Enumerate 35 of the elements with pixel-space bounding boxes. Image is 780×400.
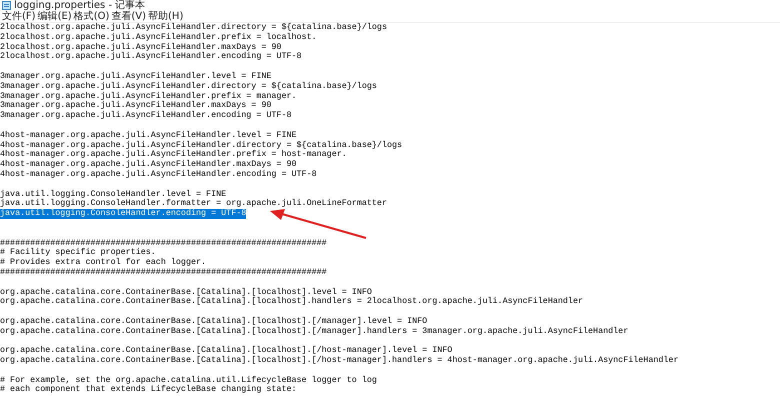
text-line: 3manager.org.apache.juli.AsyncFileHandler.prefix = manager. (0, 92, 297, 101)
text-line: org.apache.catalina.core.ContainerBase.[Catalina].[localhost].[/host-manager].level = INFO (0, 346, 452, 356)
notepad-icon (2, 1, 11, 10)
text-line: ################################################################# (0, 268, 327, 278)
text-line: org.apache.catalina.core.ContainerBase.[Catalina].[localhost].[/host-manager].handlers = 4host-manager.org.apache.juli.AsyncFileHandler (0, 356, 678, 366)
text-line: 4host-manager.org.apache.juli.AsyncFileHandler.maxDays = 90 (0, 160, 297, 170)
text-line: 2localhost.org.apache.juli.AsyncFileHandler.maxDays = 90 (0, 42, 282, 52)
text-line: 3manager.org.apache.juli.AsyncFileHandler.level = FINE (0, 72, 272, 82)
text-line: org.apache.catalina.core.ContainerBase.[Catalina].[localhost].level = INFO (0, 288, 372, 297)
text-line: # each component that extends LifecycleBase changing state: (0, 385, 297, 396)
menu-item[interactable]: 查看(V) (111, 11, 146, 22)
menu-item[interactable]: 帮助(H) (148, 11, 184, 22)
menu-item[interactable]: 编辑(E) (38, 11, 72, 22)
text-line: java.util.logging.ConsoleHandler.level = FINE (0, 190, 226, 199)
text-line: 4host-manager.org.apache.juli.AsyncFileHandler.directory = ${catalina.base}/logs (0, 140, 402, 150)
menu-item[interactable]: 文件(F) (2, 11, 36, 22)
text-line: 4host-manager.org.apache.juli.AsyncFileHandler.level = FINE (0, 130, 297, 140)
text-line: 4host-manager.org.apache.juli.AsyncFileHandler.prefix = host-manager. (0, 150, 347, 160)
text-line: 2localhost.org.apache.juli.AsyncFileHandler.prefix = localhost. (0, 32, 317, 42)
text-line: # For example, set the org.apache.catalina.util.LifecycleBase logger to log (0, 376, 377, 385)
menu-item[interactable]: 格式(O) (74, 11, 110, 22)
window-title: logging.properties - 记事本 (14, 0, 146, 11)
text-line: org.apache.catalina.core.ContainerBase.[Catalina].[localhost].[/manager].handlers = 3manager.org.apache.juli.AsyncFileHandler (0, 326, 628, 336)
text-line: 3manager.org.apache.juli.AsyncFileHandler.encoding = UTF-8 (0, 111, 292, 121)
text-line: 3manager.org.apache.juli.AsyncFileHandler.directory = ${catalina.base}/logs (0, 82, 377, 92)
text-line: 2localhost.org.apache.juli.AsyncFileHandler.directory = ${catalina.base}/logs (0, 23, 387, 32)
text-line: java.util.logging.ConsoleHandler.formatter = org.apache.juli.OneLineFormatter (0, 199, 387, 209)
text-line: ################################################################# (0, 238, 327, 248)
text-line: # Provides extra control for each logger. (0, 258, 206, 268)
text-line: # Facility specific properties. (0, 248, 156, 258)
text-line: org.apache.catalina.core.ContainerBase.[Catalina].[localhost].[/manager].level = INFO (0, 316, 428, 326)
text-line: org.apache.catalina.core.ContainerBase.[Catalina].[localhost].handlers = 2localhost.org.apache.juli.AsyncFileHandler (0, 297, 583, 308)
text-line: 2localhost.org.apache.juli.AsyncFileHandler.encoding = UTF-8 (0, 52, 302, 62)
text-line: 4host-manager.org.apache.juli.AsyncFileHandler.encoding = UTF-8 (0, 170, 317, 180)
text-line: 3manager.org.apache.juli.AsyncFileHandler.maxDays = 90 (0, 101, 272, 110)
